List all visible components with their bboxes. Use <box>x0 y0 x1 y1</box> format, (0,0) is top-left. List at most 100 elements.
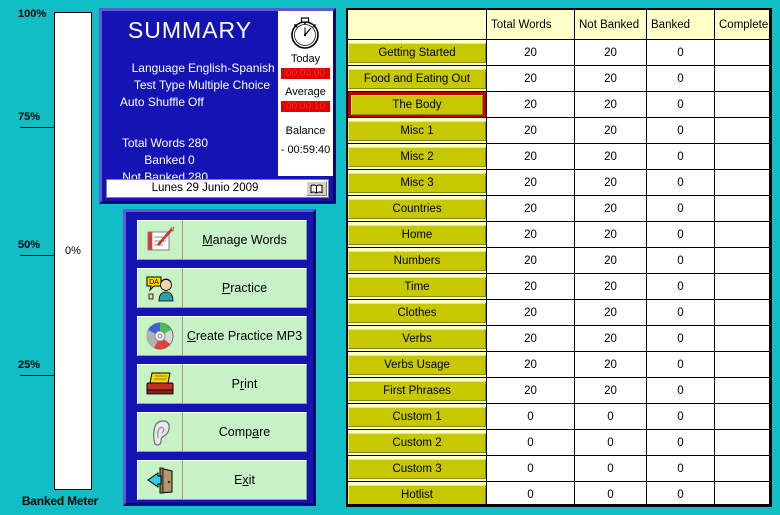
table-row[interactable]: The Body 20 20 0 <box>347 91 769 118</box>
practice-label: Practice <box>183 268 307 308</box>
category-button[interactable]: The Body <box>351 94 483 115</box>
category-cell[interactable]: Countries <box>347 195 487 222</box>
category-button[interactable]: Custom 1 <box>348 406 486 427</box>
table-row[interactable]: Custom 2000 <box>347 429 769 456</box>
category-button[interactable]: Custom 3 <box>348 458 486 479</box>
exit-door-icon <box>137 460 183 500</box>
category-cell[interactable]: Home <box>347 221 487 248</box>
total-words-cell: 20 <box>486 299 575 326</box>
category-button[interactable]: Custom 2 <box>348 432 486 453</box>
table-row[interactable]: Verbs Usage 20 20 0 <box>347 351 769 378</box>
book-icon[interactable] <box>306 181 327 196</box>
table-row[interactable]: Misc 1 20 20 0 <box>347 117 769 144</box>
practice-button[interactable]: DA Practice <box>137 268 307 308</box>
print-button[interactable]: Pr int <box>137 364 307 404</box>
category-button[interactable]: First Phrases <box>348 380 486 401</box>
timer-today-label: Today <box>290 53 321 65</box>
complete-cell <box>714 65 769 92</box>
create-practice-mp3-button[interactable]: Create Practice MP3 <box>137 316 307 356</box>
category-cell[interactable]: Getting Started <box>347 39 487 66</box>
table-row[interactable]: Numbers 20 20 0 <box>347 247 769 274</box>
total-words-cell: 20 <box>486 65 575 92</box>
table-row[interactable]: Clothes 20 20 0 <box>347 299 769 326</box>
category-cell[interactable]: Verbs Usage <box>347 351 487 378</box>
table-row[interactable]: Home 20 20 0 <box>347 221 769 248</box>
banked-cell: 0 <box>646 299 715 326</box>
exit-button[interactable]: Ex it <box>137 460 307 500</box>
summary-value: Off <box>188 95 204 109</box>
summary-row-auto-shuffle: Auto Shuffle Off <box>102 95 278 111</box>
table-row[interactable]: Verbs 20 20 0 <box>347 325 769 352</box>
category-cell[interactable]: Custom 1 <box>347 403 487 430</box>
summary-value: 280 <box>188 136 209 150</box>
summary-details: SUMMARY Language English-Spanish Test Ty… <box>102 11 278 184</box>
category-button[interactable]: Food and Eating Out <box>348 68 486 89</box>
category-button[interactable]: Numbers <box>348 250 486 271</box>
category-button[interactable]: Home <box>348 224 486 245</box>
banked-cell: 0 <box>646 351 715 378</box>
category-cell[interactable]: Food and Eating Out <box>347 65 487 92</box>
total-words-cell: 20 <box>486 351 575 378</box>
total-words-cell: 20 <box>486 143 575 170</box>
category-button[interactable]: Time <box>348 276 486 297</box>
table-row[interactable]: Countries 20 20 0 <box>347 195 769 222</box>
category-cell[interactable]: Custom 2 <box>347 429 487 456</box>
banked-cell: 0 <box>646 195 715 222</box>
category-cell[interactable]: Verbs <box>347 325 487 352</box>
category-cell[interactable]: Misc 3 <box>347 169 487 196</box>
table-row[interactable]: Misc 3 20 20 0 <box>347 169 769 196</box>
total-words-cell: 20 <box>486 195 575 222</box>
category-cell[interactable]: The Body <box>347 91 487 118</box>
table-row[interactable]: Hotlist 0 0 0 <box>347 481 769 504</box>
complete-cell <box>714 377 769 404</box>
category-button[interactable]: Misc 3 <box>348 172 486 193</box>
category-button[interactable]: Hotlist <box>348 484 486 504</box>
table-header-row: Total Words Not Banked Banked Complete <box>347 9 769 40</box>
header-complete: Complete <box>714 9 769 40</box>
table-row[interactable]: Food and Eating Out 20 20 0 <box>347 65 769 92</box>
header-category <box>347 9 487 40</box>
manage-words-button[interactable]: Manage Words <box>137 220 307 260</box>
complete-cell <box>714 91 769 118</box>
category-cell[interactable]: Misc 1 <box>347 117 487 144</box>
complete-cell <box>714 455 769 482</box>
not-banked-cell: 20 <box>574 195 647 222</box>
table-row[interactable]: Custom 1000 <box>347 403 769 430</box>
compare-button[interactable]: Comp a re <box>137 412 307 452</box>
not-banked-cell: 20 <box>574 247 647 274</box>
not-banked-cell: 20 <box>574 117 647 144</box>
category-cell[interactable]: Custom 3 <box>347 455 487 482</box>
table-row[interactable]: Time 20 20 0 <box>347 273 769 300</box>
category-cell[interactable]: Misc 2 <box>347 143 487 170</box>
category-button[interactable]: Clothes <box>348 302 486 323</box>
complete-cell <box>714 143 769 170</box>
not-banked-cell: 20 <box>574 221 647 248</box>
category-cell[interactable]: First Phrases <box>347 377 487 404</box>
category-cell[interactable]: Time <box>347 273 487 300</box>
main-button-panel: Manage Words DA Practice C reate Practic… <box>123 209 316 506</box>
table-row[interactable]: Getting Started 20 20 0 <box>347 39 769 66</box>
category-cell[interactable]: Clothes <box>347 299 487 326</box>
header-not-banked: Not Banked <box>574 9 647 40</box>
summary-title: SUMMARY <box>127 17 253 43</box>
banked-cell: 0 <box>646 91 715 118</box>
category-button[interactable]: Verbs <box>348 328 486 349</box>
total-words-cell: 20 <box>486 169 575 196</box>
notepad-pencil-icon <box>137 220 183 260</box>
table-row[interactable]: First Phrases 20 20 0 <box>347 377 769 404</box>
header-banked: Banked <box>646 9 715 40</box>
category-cell[interactable]: Numbers <box>347 247 487 274</box>
category-button[interactable]: Misc 2 <box>348 146 486 167</box>
category-button[interactable]: Verbs Usage <box>348 354 486 375</box>
category-button[interactable]: Misc 1 <box>348 120 486 141</box>
category-button[interactable]: Countries <box>348 198 486 219</box>
table-row[interactable]: Misc 2 20 20 0 <box>347 143 769 170</box>
complete-cell <box>714 325 769 352</box>
summary-row-language: Language English-Spanish <box>102 61 278 77</box>
complete-cell <box>714 481 769 504</box>
category-cell[interactable]: Hotlist <box>347 481 487 504</box>
printer-icon <box>137 364 183 404</box>
table-row[interactable]: Custom 3000 <box>347 455 769 482</box>
compare-label: Comp a re <box>183 412 307 452</box>
category-button[interactable]: Getting Started <box>348 42 486 63</box>
